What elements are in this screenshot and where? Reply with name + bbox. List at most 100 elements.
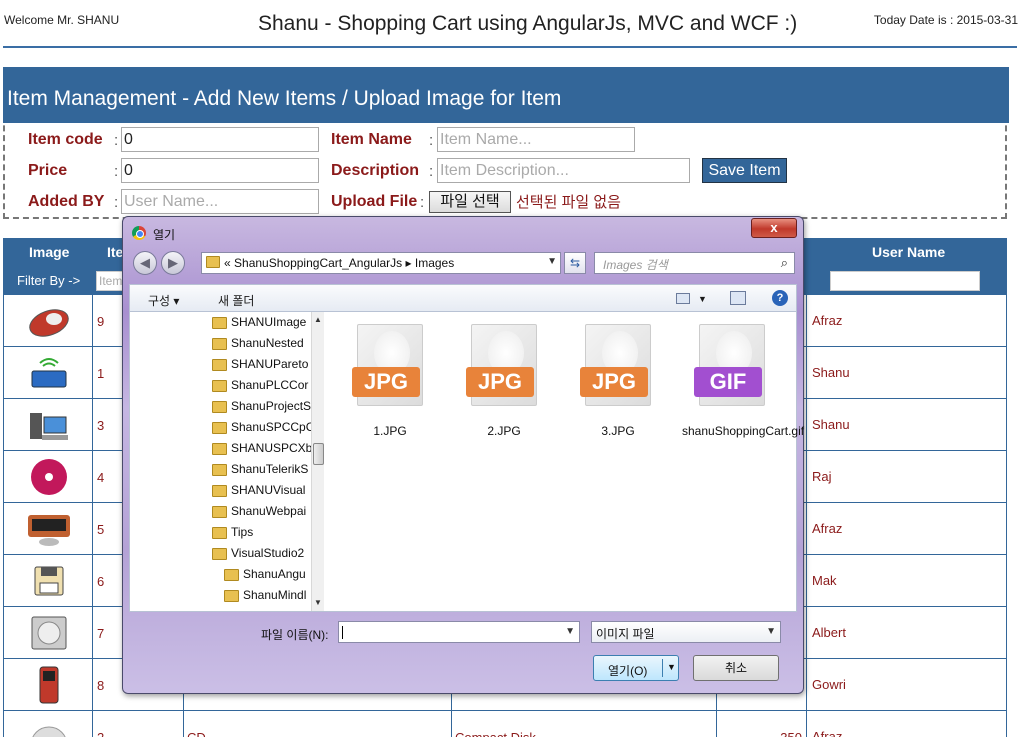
tree-item[interactable]: ShanuProjectS [212, 399, 316, 419]
item-code-cell: 8 [97, 678, 105, 693]
header-image[interactable]: Image [29, 244, 69, 260]
filename-input[interactable]: ▼ [338, 621, 580, 643]
folder-icon [212, 316, 227, 329]
address-bar[interactable]: « ShanuShoppingCart_AngularJs ▸ Images ▼ [201, 252, 561, 274]
tree-item[interactable]: VisualStudio2 [212, 546, 316, 566]
back-button[interactable]: ◀ [133, 251, 157, 275]
item-code-cell: 3 [97, 418, 105, 433]
tree-item-label: ShanuAngu [243, 567, 306, 581]
computer-icon[interactable] [26, 405, 72, 445]
tree-item[interactable]: ShanuWebpai [212, 504, 316, 524]
file-item[interactable]: JPG 2.JPG [454, 324, 554, 438]
item-name-label: Item Name [331, 131, 412, 148]
price-input[interactable] [121, 158, 319, 183]
cell-divider [183, 711, 184, 737]
address-separator: ▸ [405, 256, 412, 270]
tree-item[interactable]: SHANUSPCXb [212, 441, 316, 461]
mobile-phone-icon[interactable] [26, 665, 72, 705]
item-name-cell: CD [187, 730, 206, 737]
tree-scrollbar[interactable]: ▲ ▼ [311, 312, 324, 611]
address-parent[interactable]: ShanuShoppingCart_AngularJs [234, 256, 402, 270]
new-folder-button[interactable]: 새 폴더 [218, 292, 254, 309]
file-name: 2.JPG [487, 424, 521, 438]
mouse-icon[interactable] [26, 301, 72, 341]
colon: : [429, 132, 434, 149]
choose-file-button[interactable]: 파일 선택 [429, 191, 511, 213]
forward-button[interactable]: ▶ [161, 251, 185, 275]
tree-item[interactable]: SHANUVisual [212, 483, 316, 503]
filetype-value: 이미지 파일 [596, 627, 655, 641]
filename-label: 파일 이름(N): [261, 628, 329, 642]
chevron-down-icon[interactable]: ▼ [547, 256, 557, 267]
no-file-text: 선택된 파일 없음 [516, 194, 621, 211]
view-dropdown-icon[interactable]: ▼ [698, 294, 707, 304]
folder-icon [224, 589, 239, 602]
open-dropdown-icon[interactable]: ▼ [667, 662, 676, 672]
folder-icon [212, 442, 227, 455]
item-name-input[interactable] [437, 127, 635, 152]
tree-item[interactable]: ShanuSPCCpC [212, 420, 316, 440]
item-code-cell: 5 [97, 522, 105, 537]
folder-icon [206, 256, 220, 268]
cd-icon[interactable] [26, 717, 72, 737]
page: Welcome Mr. SHANU Shanu - Shopping Cart … [0, 0, 1020, 737]
scroll-thumb[interactable] [313, 443, 324, 465]
hard-disk-icon[interactable] [26, 613, 72, 653]
tree-item[interactable]: ShanuTelerikS [212, 462, 316, 482]
chevron-down-icon[interactable]: ▼ [565, 626, 575, 637]
filetype-select[interactable]: 이미지 파일 ▼ [591, 621, 781, 643]
save-item-button[interactable]: Save Item [702, 158, 787, 183]
search-icon[interactable]: ⌕ [781, 255, 788, 271]
jpg-file-icon: JPG [466, 324, 537, 406]
item-code-input[interactable] [121, 127, 319, 152]
user-name-cell: Raj [806, 451, 1007, 503]
table-row[interactable]: 2 CD Compact Disk 350 Afraz [3, 711, 1007, 737]
user-filter-input[interactable] [830, 271, 980, 291]
added-by-input[interactable] [121, 189, 319, 214]
added-by-label: Added BY [28, 193, 105, 210]
gif-file-icon: GIF [694, 324, 765, 406]
scroll-down-icon[interactable]: ▼ [314, 598, 322, 607]
search-input[interactable]: Images 검색 ⌕ [594, 252, 795, 274]
dvd-player-icon[interactable] [26, 509, 72, 549]
tree-item[interactable]: ShanuMindl [224, 588, 316, 608]
address-prefix: « [224, 256, 231, 270]
router-icon[interactable] [26, 353, 72, 393]
header-item[interactable]: Ite [107, 244, 123, 260]
dvd-icon[interactable] [26, 457, 72, 497]
tree-item[interactable]: ShanuAngu [224, 567, 316, 587]
folder-icon [224, 568, 239, 581]
tree-item[interactable]: Tips [212, 525, 316, 545]
app-title: Shanu - Shopping Cart using AngularJs, M… [258, 12, 798, 35]
folder-icon [212, 547, 227, 560]
image-cell [3, 555, 93, 607]
preview-pane-icon[interactable] [730, 291, 746, 305]
organize-menu[interactable]: 구성 ▾ [148, 292, 179, 309]
tree-item[interactable]: SHANUPareto [212, 357, 316, 377]
file-item[interactable]: GIF shanuShoppingCart.gif [682, 324, 804, 438]
tree-item-label: SHANUSPCXb [231, 441, 313, 455]
floppy-icon[interactable] [26, 561, 72, 601]
scroll-up-icon[interactable]: ▲ [314, 315, 322, 324]
address-current[interactable]: Images [415, 256, 454, 270]
description-input[interactable] [437, 158, 690, 183]
open-button[interactable]: 열기(O) ▼ [593, 655, 679, 681]
chevron-down-icon[interactable]: ▼ [766, 626, 776, 637]
tree-item[interactable]: ShanuNested [212, 336, 316, 356]
cancel-button[interactable]: 취소 [693, 655, 779, 681]
refresh-icon[interactable]: ⇆ [564, 252, 586, 274]
tree-item-label: ShanuWebpai [231, 504, 307, 518]
tree-item[interactable]: SHANUImage [212, 315, 316, 335]
folder-icon [212, 400, 227, 413]
file-item[interactable]: JPG 3.JPG [568, 324, 668, 438]
tree-item[interactable]: ShanuPLCCor [212, 378, 316, 398]
file-item[interactable]: JPG 1.JPG [340, 324, 440, 438]
file-list: JPG 1.JPG JPG 2.JPG JPG 3.JPG GIF shanuShopping… [326, 312, 804, 611]
folder-icon [212, 358, 227, 371]
view-icon[interactable] [676, 293, 690, 304]
colon: : [429, 163, 434, 180]
help-icon[interactable]: ? [772, 290, 788, 306]
image-cell [3, 295, 93, 347]
header-user-name[interactable]: User Name [872, 244, 945, 260]
close-button[interactable]: x [751, 218, 797, 238]
